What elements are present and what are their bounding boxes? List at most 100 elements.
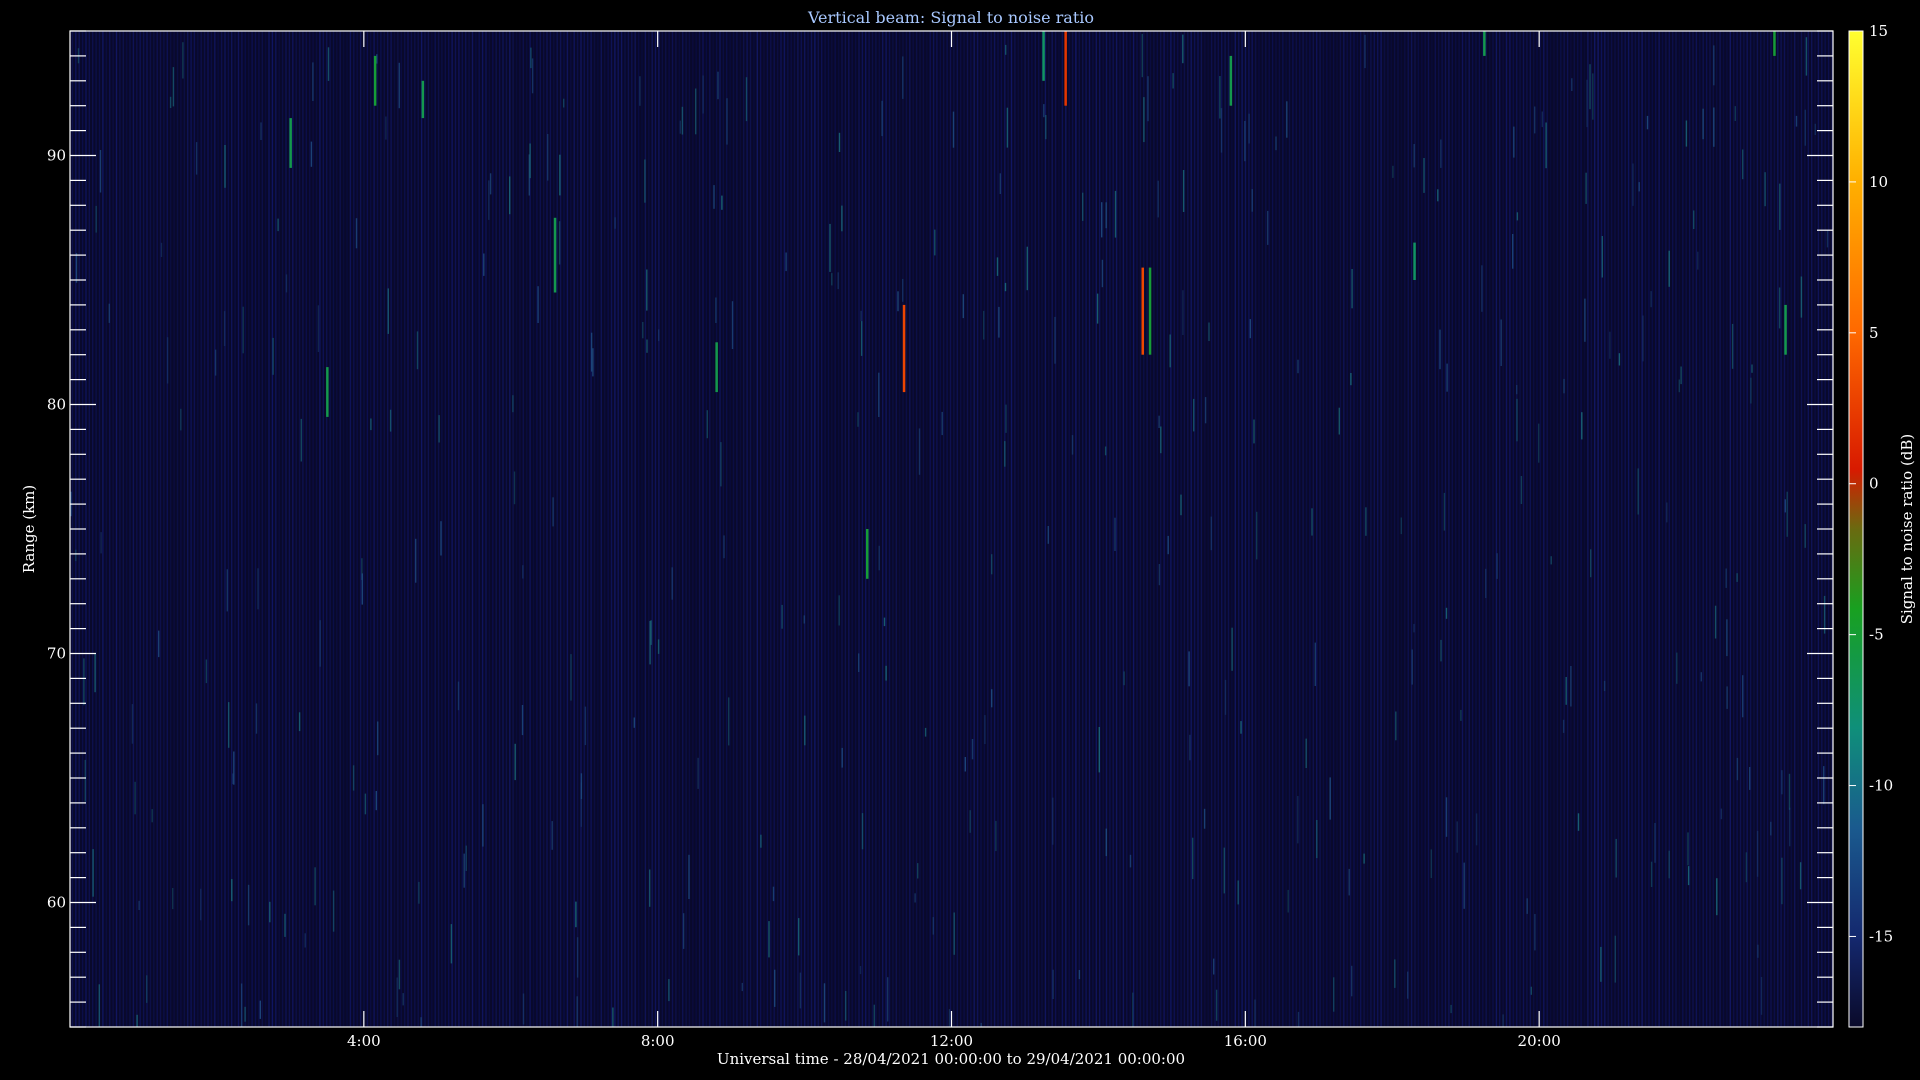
noise-column (932, 31, 935, 1027)
noise-speck (717, 71, 719, 100)
noise-column (1058, 31, 1060, 1027)
noise-speck (450, 924, 453, 964)
noise-column (668, 31, 670, 1027)
noise-speck (1778, 287, 1781, 329)
noise-column (1177, 31, 1179, 1027)
noise-column (1031, 31, 1033, 1027)
noise-column (1427, 31, 1430, 1027)
noise-column (729, 31, 731, 1027)
echo-mark (421, 80, 425, 119)
noise-column (892, 31, 894, 1027)
noise-column (1071, 31, 1074, 1027)
noise-column (359, 31, 362, 1027)
echo-mark (553, 217, 557, 293)
noise-column (963, 31, 965, 1027)
noise-speck (702, 75, 704, 114)
noise-column (1499, 31, 1501, 1027)
noise-column (1502, 31, 1504, 1027)
noise-column (292, 31, 294, 1027)
noise-column (275, 31, 277, 1027)
noise-speck (131, 704, 134, 744)
noise-column (1682, 31, 1684, 1027)
noise-speck (980, 1022, 982, 1027)
noise-column (312, 31, 314, 1027)
noise-speck (1132, 992, 1134, 1027)
noise-speck (649, 620, 651, 665)
noise-column (1234, 31, 1236, 1027)
noise-speck (1443, 492, 1446, 531)
noise-column (1522, 31, 1525, 1027)
noise-column (366, 31, 369, 1027)
noise-column (1675, 31, 1677, 1027)
noise-column (159, 31, 162, 1027)
noise-speck (1105, 202, 1107, 229)
noise-column (922, 31, 925, 1027)
echo-mark (1773, 31, 1776, 56)
noise-speck (823, 983, 826, 1023)
noise-column (251, 31, 253, 1027)
noise-column (1407, 31, 1409, 1027)
noise-speck (488, 180, 490, 220)
noise-column (281, 31, 284, 1027)
noise-column (1268, 31, 1270, 1027)
noise-column (1760, 31, 1762, 1027)
noise-column (997, 31, 999, 1027)
noise-column (302, 31, 304, 1027)
noise-column (319, 31, 321, 1027)
noise-speck (745, 77, 748, 122)
noise-column (373, 31, 375, 1027)
noise-column (1397, 31, 1399, 1027)
noise-speck (1351, 269, 1353, 309)
noise-column (1458, 31, 1460, 1027)
noise-speck (100, 532, 102, 554)
noise-speck (798, 918, 800, 956)
noise-speck (639, 76, 641, 106)
noise-speck (1512, 234, 1514, 269)
noise-column (875, 31, 877, 1027)
noise-speck (1666, 502, 1668, 523)
noise-speck (731, 301, 734, 349)
noise-column (878, 31, 880, 1027)
noise-column (1756, 31, 1759, 1027)
noise-speck (1788, 773, 1791, 810)
colorbar-label: Signal to noise ratio (dB) (1898, 434, 1916, 625)
noise-speck (1172, 73, 1174, 89)
noise-column (234, 31, 236, 1027)
snr-chart: Vertical beam: Signal to noise ratio 4:0… (20, 8, 1916, 1068)
noise-column (1716, 31, 1718, 1027)
noise-column (1600, 31, 1603, 1027)
noise-column (1173, 31, 1175, 1027)
noise-column (1027, 31, 1030, 1027)
noise-speck (182, 42, 184, 79)
noise-speck (355, 218, 358, 249)
noise-column (1122, 31, 1125, 1027)
noise-speck (1642, 315, 1644, 362)
noise-speck (1101, 259, 1104, 288)
noise-speck (873, 1004, 875, 1027)
noise-speck (646, 339, 648, 353)
noise-column (1692, 31, 1694, 1027)
noise-speck (247, 884, 250, 926)
noise-column (370, 31, 372, 1027)
noise-speck (1004, 282, 1007, 292)
noise-column (1292, 31, 1294, 1027)
noise-column (1299, 31, 1301, 1027)
noise-column (766, 31, 769, 1027)
noise-speck (715, 297, 717, 323)
noise-speck (228, 702, 230, 748)
noise-speck (1192, 837, 1194, 880)
noise-column (1092, 31, 1094, 1027)
noise-column (719, 31, 721, 1027)
noise-speck (1749, 767, 1751, 790)
noise-speck (580, 782, 582, 827)
noise-column (1526, 31, 1528, 1027)
noise-speck (482, 804, 484, 847)
noise-column (285, 31, 287, 1027)
noise-speck (489, 173, 492, 195)
echo-mark (326, 367, 329, 417)
noise-speck (1601, 236, 1603, 278)
noise-speck (1590, 549, 1592, 578)
noise-column (156, 31, 158, 1027)
noise-column (400, 31, 402, 1027)
noise-speck (240, 983, 243, 1027)
